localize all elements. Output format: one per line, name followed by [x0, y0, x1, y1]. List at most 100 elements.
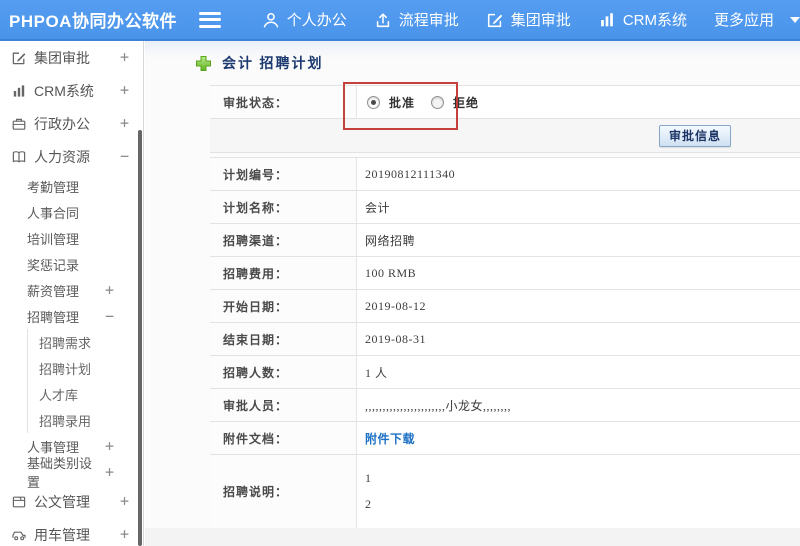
field-value-recruit-cost: 100 RMB	[357, 257, 800, 289]
add-icon[interactable]	[195, 55, 212, 72]
field-row-approvers: 审批人员： ,,,,,,,,,,,,,,,,,,,,,,,小龙女,,,,,,,,	[210, 389, 800, 422]
user-icon	[262, 11, 280, 29]
sidebar-item-label: 公文管理	[34, 493, 90, 510]
process-icon	[374, 11, 392, 29]
nav-personal-office[interactable]: 个人办公	[262, 9, 347, 30]
radio-approve[interactable]	[367, 95, 380, 109]
sidebar: 集团审批 + CRM系统 + 行政办公 + 人力资源 − 考勤管理人事合同培训管理奖惩记录薪资管…	[0, 41, 144, 546]
main-content: 会计 招聘计划 审批状态： 批准 拒绝 审批信息 计划编号： 2019081211…	[145, 41, 800, 546]
sidebar-item-recruit-hire[interactable]: 招聘录用	[27, 407, 143, 433]
collapse-icon[interactable]: −	[105, 308, 114, 324]
field-value-recruit-description: 12	[357, 455, 800, 528]
field-label-plan-number: 计划编号：	[210, 158, 357, 190]
field-row-recruit-headcount: 招聘人数： 1 人	[210, 356, 800, 389]
radio-approve-label[interactable]: 批准	[389, 94, 415, 111]
approval-status-row: 审批状态： 批准 拒绝	[210, 85, 800, 119]
caret-down-icon	[790, 16, 800, 23]
sidebar-item-label: 行政办公	[34, 115, 90, 132]
description-line: 1	[365, 471, 372, 485]
field-text: 2019-08-12	[365, 298, 426, 313]
sidebar-item-talent-pool[interactable]: 人才库	[27, 381, 143, 407]
field-label-plan-name: 计划名称：	[210, 191, 357, 223]
page-bottom-strip	[145, 528, 800, 546]
nav-label: 个人办公	[286, 12, 347, 29]
sidebar-item-hr-contract[interactable]: 人事合同	[0, 199, 143, 225]
nav-label: 集团审批	[510, 12, 571, 29]
sidebar-item-label: 考勤管理	[27, 179, 80, 195]
field-label-approval-status: 审批状态：	[210, 86, 357, 118]
sidebar-item-salary-mgmt[interactable]: 薪资管理 +	[0, 277, 143, 303]
field-label-approvers: 审批人员：	[210, 389, 357, 421]
expand-icon[interactable]: +	[105, 282, 114, 298]
nav-label: CRM系统	[622, 12, 687, 29]
sidebar-item-label: 奖惩记录	[27, 257, 80, 273]
sidebar-item-label: 用车管理	[34, 526, 90, 543]
expand-icon[interactable]: +	[120, 527, 129, 542]
sidebar-item-attendance-mgmt[interactable]: 考勤管理	[0, 173, 143, 199]
field-value-recruit-channel: 网络招聘	[357, 224, 800, 256]
sidebar-item-crm-system[interactable]: CRM系统 +	[0, 74, 143, 107]
sidebar-item-group-approval[interactable]: 集团审批 +	[0, 41, 143, 74]
radio-reject[interactable]	[431, 95, 445, 109]
field-row-attachment-doc: 附件文档： 附件下载	[210, 422, 800, 455]
app-logo[interactable]: PHPOA协同办公软件	[0, 7, 191, 32]
expand-icon[interactable]: +	[120, 494, 129, 509]
field-value-recruit-headcount: 1 人	[357, 356, 800, 388]
sidebar-item-base-category-settings[interactable]: 基础类别设置 +	[0, 456, 143, 490]
sidebar-item-human-resources[interactable]: 人力资源 −	[0, 140, 143, 173]
expand-icon[interactable]: +	[105, 438, 114, 454]
nav-crm-system[interactable]: CRM系统	[598, 9, 687, 30]
field-text: 1 人	[365, 365, 388, 380]
sidebar-item-label: 招聘需求	[39, 335, 92, 351]
button-bar: 审批信息	[210, 119, 800, 153]
sidebar-item-label: CRM系统	[34, 82, 94, 99]
sidebar-item-recruit-demand[interactable]: 招聘需求	[27, 329, 143, 355]
sidebar-scrollbar[interactable]	[138, 130, 142, 546]
bar-chart-icon	[10, 82, 27, 99]
sidebar-item-recruit-mgmt[interactable]: 招聘管理 −	[0, 303, 143, 329]
field-value-plan-name: 会计	[357, 191, 800, 223]
field-row-plan-name: 计划名称： 会计	[210, 191, 800, 224]
approval-status-radio-group: 批准 拒绝	[365, 94, 495, 111]
sidebar-item-reward-punishment-records[interactable]: 奖惩记录	[0, 251, 143, 277]
sidebar-item-training-mgmt[interactable]: 培训管理	[0, 225, 143, 251]
expand-icon[interactable]: +	[120, 83, 129, 98]
briefcase-icon	[10, 115, 27, 132]
hamburger-menu-button[interactable]	[198, 11, 221, 28]
sidebar-item-label: 人才库	[39, 387, 79, 403]
expand-icon[interactable]: +	[105, 464, 114, 480]
app-header: PHPOA协同办公软件 个人办公 流程审批 集团审批 CRM系统 更多应用	[0, 0, 800, 41]
sidebar-item-label: 招聘计划	[39, 361, 92, 377]
field-text: 会计	[365, 200, 391, 215]
nav-process-approval[interactable]: 流程审批	[374, 9, 459, 30]
sidebar-item-label: 招聘管理	[27, 309, 80, 325]
field-row-recruit-cost: 招聘费用： 100 RMB	[210, 257, 800, 290]
description-line: 2	[365, 497, 372, 511]
field-text: ,,,,,,,,,,,,,,,,,,,,,,,小龙女,,,,,,,,	[365, 398, 512, 413]
collapse-icon[interactable]: −	[120, 149, 129, 164]
sidebar-item-label: 培训管理	[27, 231, 80, 247]
field-value-end-date: 2019-08-31	[357, 323, 800, 355]
field-label-attachment-doc: 附件文档：	[210, 422, 357, 454]
sidebar-item-label: 集团审批	[34, 49, 90, 66]
approval-status-value: 批准 拒绝	[357, 86, 800, 118]
field-label-recruit-channel: 招聘渠道：	[210, 224, 357, 256]
doc-icon	[10, 493, 27, 510]
expand-icon[interactable]: +	[120, 116, 129, 131]
nav-label: 更多应用	[713, 12, 774, 29]
sidebar-item-vehicle-mgmt[interactable]: 用车管理 +	[0, 518, 143, 546]
sidebar-item-admin-office[interactable]: 行政办公 +	[0, 107, 143, 140]
edit-square-icon	[486, 11, 504, 29]
nav-more-apps[interactable]: 更多应用	[714, 9, 800, 30]
expand-icon[interactable]: +	[120, 50, 129, 65]
nav-label: 流程审批	[398, 12, 459, 29]
detail-table: 计划编号： 20190812111340 计划名称： 会计 招聘渠道： 网络招聘 招聘费用：…	[210, 157, 800, 529]
sidebar-item-recruit-plan[interactable]: 招聘计划	[27, 355, 143, 381]
sidebar-item-label: 人力资源	[34, 148, 90, 165]
attachment-download-link[interactable]: 附件下载	[365, 430, 415, 447]
field-label-start-date: 开始日期：	[210, 290, 357, 322]
nav-group-approval[interactable]: 集团审批	[486, 9, 571, 30]
car-icon	[10, 526, 27, 543]
radio-reject-label[interactable]: 拒绝	[453, 94, 479, 111]
approval-info-button[interactable]: 审批信息	[658, 124, 731, 147]
